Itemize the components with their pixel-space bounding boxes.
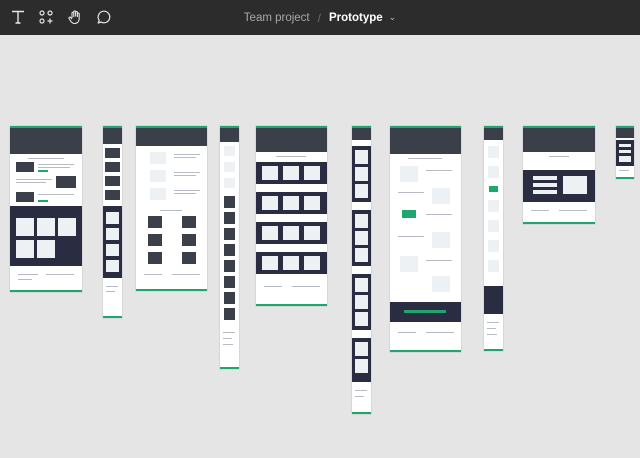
frame-contact-mobile[interactable] (616, 126, 634, 179)
design-canvas[interactable] (0, 35, 640, 458)
chevron-down-icon[interactable]: ⌄ (389, 12, 397, 23)
thumb-image (16, 192, 34, 202)
breadcrumb-separator: / (317, 10, 321, 25)
thumb-image (56, 176, 76, 188)
frame-features-desktop[interactable] (390, 126, 461, 352)
frame-pricing-desktop[interactable] (256, 126, 327, 306)
frame-landing-desktop[interactable] (10, 126, 82, 292)
frame-landing-mobile[interactable] (103, 126, 122, 318)
frame-pricing-mobile[interactable] (352, 126, 371, 414)
frame-about-desktop[interactable] (136, 126, 207, 291)
frame-features-mobile[interactable] (484, 126, 503, 351)
top-toolbar: Team project / Prototype ⌄ (0, 0, 640, 35)
frame-contact-desktop[interactable] (523, 126, 595, 224)
frame-about-mobile[interactable] (220, 126, 239, 369)
file-breadcrumb: Team project / Prototype ⌄ (0, 0, 640, 35)
hero-image (10, 128, 82, 154)
project-name[interactable]: Team project (244, 12, 310, 24)
file-name[interactable]: Prototype (329, 12, 383, 24)
thumb-image (16, 162, 34, 172)
pricing-section (10, 206, 82, 266)
